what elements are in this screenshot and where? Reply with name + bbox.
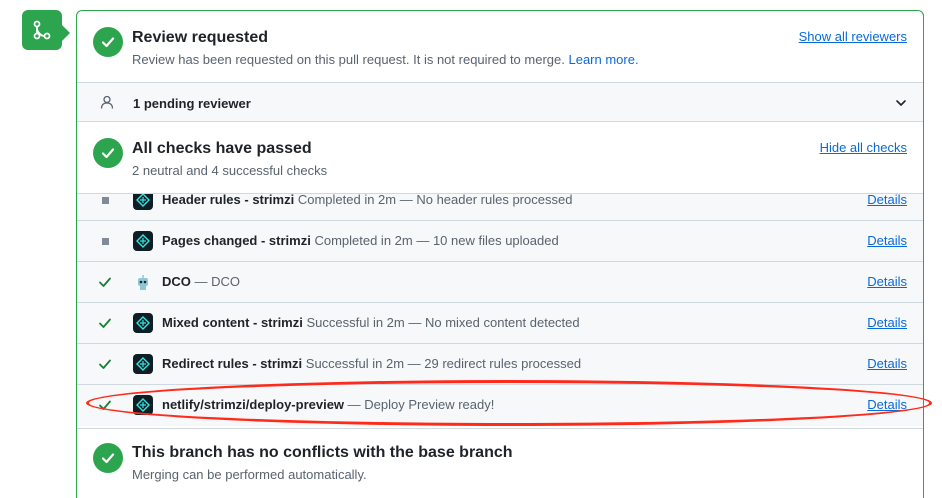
details-link[interactable]: Details bbox=[867, 315, 907, 330]
check-name: Header rules - strimzi bbox=[162, 193, 295, 207]
check-row: Redirect rules - strimzi Successful in 2… bbox=[77, 344, 923, 385]
branch-title: This branch has no conflicts with the ba… bbox=[132, 444, 513, 461]
review-title: Review requested bbox=[132, 29, 269, 46]
details-link[interactable]: Details bbox=[867, 397, 907, 412]
netlify-logo-icon bbox=[133, 313, 153, 333]
check-description: Successful in 2m — 29 redirect rules pro… bbox=[305, 356, 582, 371]
checks-title: All checks have passed bbox=[132, 140, 312, 157]
neutral-status-icon bbox=[97, 233, 113, 249]
check-row: DCO — DCO Details bbox=[77, 262, 923, 303]
check-description: Completed in 2m — No header rules proces… bbox=[297, 193, 573, 207]
details-link[interactable]: Details bbox=[867, 356, 907, 371]
check-row: netlify/strimzi/deploy-preview — Deploy … bbox=[77, 385, 923, 426]
success-check-icon bbox=[97, 315, 113, 331]
person-icon bbox=[100, 95, 114, 109]
review-subtitle-text: Review has been requested on this pull r… bbox=[132, 52, 565, 67]
check-row: Header rules - strimzi Completed in 2m —… bbox=[77, 193, 923, 221]
check-description: Successful in 2m — No mixed content dete… bbox=[306, 315, 580, 330]
success-check-icon bbox=[93, 443, 123, 473]
check-row: Pages changed - strimzi Completed in 2m … bbox=[77, 221, 923, 262]
merge-status-panel: Review requested Review has been request… bbox=[76, 10, 924, 498]
hide-all-checks-link[interactable]: Hide all checks bbox=[820, 140, 907, 155]
netlify-logo-icon bbox=[133, 194, 153, 210]
dco-robot-icon bbox=[133, 272, 153, 292]
chevron-down-icon[interactable] bbox=[895, 97, 907, 109]
check-name: netlify/strimzi/deploy-preview bbox=[162, 397, 345, 412]
branch-subtitle: Merging can be performed automatically. bbox=[132, 467, 367, 482]
check-text: netlify/strimzi/deploy-preview — Deploy … bbox=[162, 397, 494, 412]
success-check-icon bbox=[93, 138, 123, 168]
details-link[interactable]: Details bbox=[867, 233, 907, 248]
checks-section: All checks have passed 2 neutral and 4 s… bbox=[77, 122, 923, 193]
checks-list[interactable]: Header rules - strimzi Completed in 2m —… bbox=[77, 193, 923, 429]
check-text: DCO — DCO bbox=[162, 274, 240, 289]
neutral-status-icon bbox=[97, 194, 113, 208]
check-text: Header rules - strimzi Completed in 2m —… bbox=[162, 193, 573, 207]
check-text: Mixed content - strimzi Successful in 2m… bbox=[162, 315, 580, 330]
learn-more-link[interactable]: Learn more. bbox=[568, 52, 638, 67]
check-name: Pages changed - strimzi bbox=[162, 233, 311, 248]
details-link[interactable]: Details bbox=[867, 194, 907, 207]
check-description: — Deploy Preview ready! bbox=[347, 397, 495, 412]
timeline-pointer bbox=[62, 25, 70, 41]
check-name: Redirect rules - strimzi bbox=[162, 356, 303, 371]
pending-reviewer-label: 1 pending reviewer bbox=[133, 96, 251, 111]
branch-section: This branch has no conflicts with the ba… bbox=[77, 429, 923, 498]
review-subtitle: Review has been requested on this pull r… bbox=[132, 52, 639, 67]
review-section: Review requested Review has been request… bbox=[77, 11, 923, 82]
check-text: Pages changed - strimzi Completed in 2m … bbox=[162, 233, 559, 248]
show-all-reviewers-link[interactable]: Show all reviewers bbox=[799, 29, 907, 44]
success-check-icon bbox=[93, 27, 123, 57]
success-check-icon bbox=[97, 356, 113, 372]
success-check-icon bbox=[97, 274, 113, 290]
netlify-logo-icon bbox=[133, 354, 153, 374]
check-name: Mixed content - strimzi bbox=[162, 315, 303, 330]
success-check-icon bbox=[97, 397, 113, 413]
netlify-logo-icon bbox=[133, 231, 153, 251]
check-row: Mixed content - strimzi Successful in 2m… bbox=[77, 303, 923, 344]
git-merge-icon bbox=[22, 10, 62, 50]
check-description: — DCO bbox=[194, 274, 241, 289]
check-name: DCO bbox=[162, 274, 191, 289]
check-text: Redirect rules - strimzi Successful in 2… bbox=[162, 356, 581, 371]
pending-reviewer-row[interactable]: 1 pending reviewer bbox=[77, 82, 923, 122]
checks-subtitle: 2 neutral and 4 successful checks bbox=[132, 163, 328, 178]
check-description: Completed in 2m — 10 new files uploaded bbox=[314, 233, 559, 248]
details-link[interactable]: Details bbox=[867, 274, 907, 289]
netlify-logo-icon bbox=[133, 395, 153, 415]
